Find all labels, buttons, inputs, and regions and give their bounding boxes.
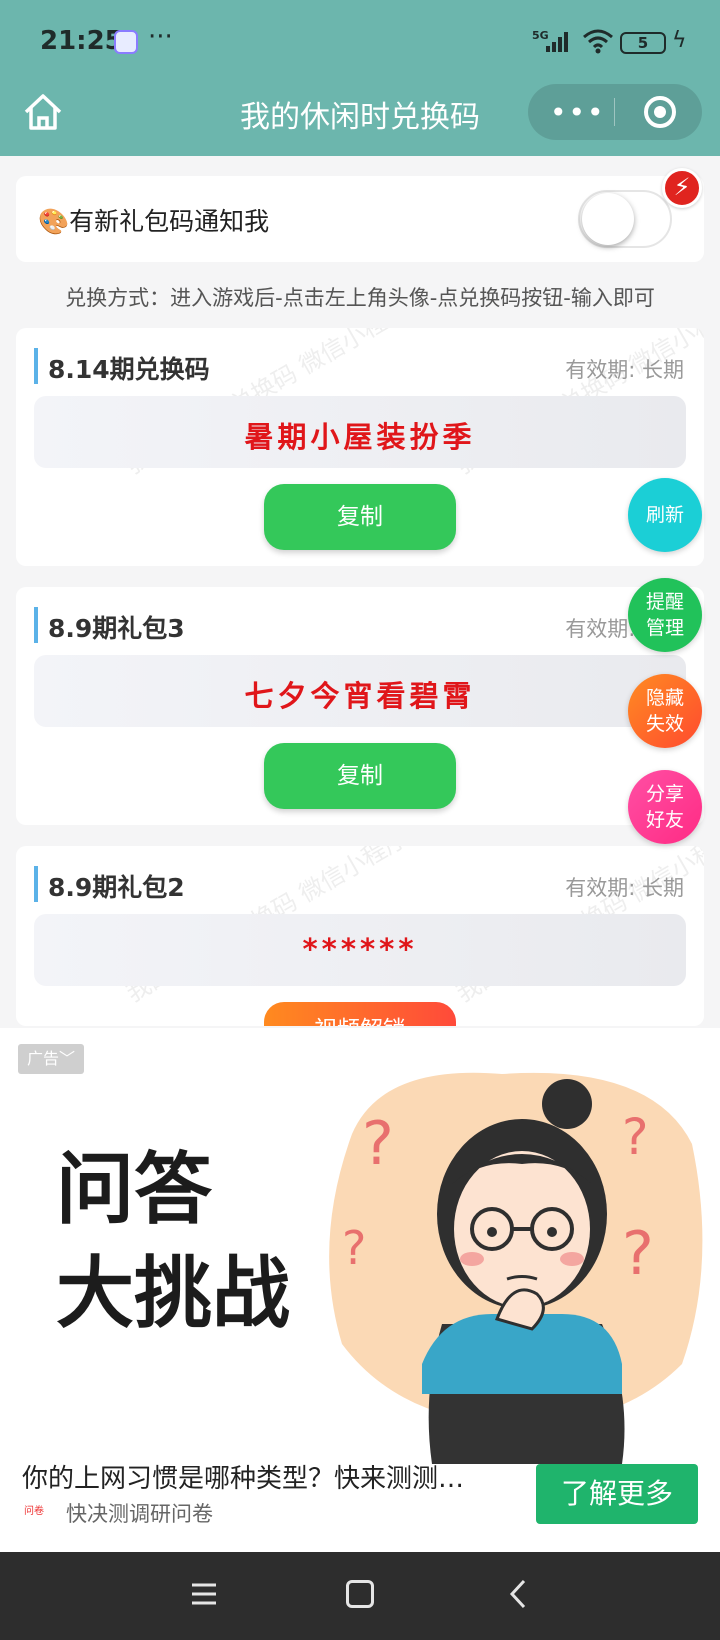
home-nav-icon[interactable]	[346, 1580, 374, 1608]
ad-tag[interactable]: 广告﹀	[18, 1044, 84, 1074]
card-accent-bar	[34, 348, 38, 384]
status-bar: 21:25 ··· 5G 5 ϟ	[0, 0, 720, 80]
refresh-label: 刷新	[645, 504, 684, 526]
code-box: ******	[34, 914, 686, 986]
system-nav-bar	[0, 1552, 720, 1640]
code-validity: 有效期: 长期	[565, 358, 684, 382]
code-card: 我的休闲时兑换码 微信小程序 我的休闲时兑换码 微信小程序 8.14期兑换码 有…	[16, 328, 704, 566]
learn-more-button[interactable]: 了解更多	[536, 1464, 698, 1524]
code-validity: 有效期: 长期	[565, 876, 684, 900]
close-mini-program-button[interactable]	[644, 96, 676, 128]
ad-brand-name: 快决测调研问卷	[66, 1502, 213, 1526]
code-title: 8.9期礼包2	[48, 873, 185, 902]
copy-button[interactable]: 复制	[264, 484, 456, 550]
svg-text:?: ?	[622, 1219, 654, 1289]
network-type-label: 5G	[532, 29, 549, 42]
copy-button[interactable]: 复制	[264, 743, 456, 809]
code-value: 暑期小屋装扮季	[244, 420, 476, 454]
refresh-button[interactable]: 刷新	[628, 478, 702, 552]
cellular-signal-icon: 5G	[532, 29, 568, 52]
charging-icon: ϟ	[672, 28, 687, 53]
code-card: 8.9期礼包3 有效期: 长期 七夕今宵看碧霄 复制	[16, 587, 704, 825]
card-accent-bar	[34, 607, 38, 643]
reminder-manage-label: 提醒 管理	[645, 591, 684, 639]
code-box: 暑期小屋装扮季	[34, 396, 686, 468]
status-time: 21:25	[40, 26, 123, 56]
card-accent-bar	[34, 866, 38, 902]
recent-apps-icon[interactable]	[190, 1580, 218, 1608]
notify-card: 🎨有新礼包码通知我	[16, 176, 704, 262]
share-friends-button[interactable]: 分享 好友	[628, 770, 702, 844]
notify-toggle[interactable]	[578, 190, 672, 248]
ad-headline: 问答 大挑战	[56, 1138, 290, 1346]
more-menu-button[interactable]: •••	[550, 96, 604, 129]
code-box: 七夕今宵看碧霄	[34, 655, 686, 727]
header-bar: 21:25 ··· 5G 5 ϟ 我的休闲时兑换码 •••	[0, 0, 720, 156]
code-value-masked: ******	[302, 932, 418, 966]
svg-text:?: ?	[622, 1108, 649, 1166]
reminder-manage-button[interactable]: 提醒 管理	[628, 578, 702, 652]
code-value: 七夕今宵看碧霄	[244, 679, 476, 713]
svg-text:?: ?	[362, 1109, 394, 1179]
code-card: 我的休闲时兑换码 微信小程序 我的休闲时兑换码 微信小程序 8.9期礼包2 有效…	[16, 846, 704, 1026]
share-friends-label: 分享 好友	[645, 783, 684, 831]
hide-expired-button[interactable]: 隐藏 失效	[628, 674, 702, 748]
notify-label: 🎨有新礼包码通知我	[38, 207, 270, 236]
svg-text:?: ?	[342, 1221, 366, 1275]
ad-headline-line2: 大挑战	[56, 1248, 291, 1339]
quiz-girl-illustration: ? ? ? ?	[329, 1072, 703, 1464]
mini-program-capsule: •••	[528, 84, 702, 140]
mini-app-notification-icon	[114, 30, 138, 54]
ad-headline-line1: 问答	[56, 1144, 213, 1235]
code-title: 8.14期兑换码	[48, 355, 210, 384]
ad-brand-logo: 问卷	[24, 1506, 44, 1517]
status-more-icon: ···	[148, 22, 173, 52]
capsule-divider	[614, 98, 615, 126]
lightning-badge-icon: ⚡	[662, 168, 702, 208]
video-unlock-button[interactable]: 视频解锁	[264, 1002, 456, 1026]
ad-description: 你的上网习惯是哪种类型？快来测测…	[22, 1464, 465, 1494]
redeem-instructions: 兑换方式：进入游戏后-点击左上角头像-点兑换码按钮-输入即可	[65, 286, 655, 310]
hide-expired-label: 隐藏 失效	[645, 687, 684, 735]
ad-banner[interactable]: 广告﹀ 问答 大挑战 ? ? ? ? 你的上网习惯是哪种类型？快来测测… 问卷 …	[0, 1028, 720, 1552]
back-icon[interactable]	[504, 1578, 532, 1610]
battery-icon: 5	[620, 32, 666, 54]
wifi-icon	[583, 29, 613, 54]
toggle-knob	[582, 193, 634, 245]
code-title: 8.9期礼包3	[48, 614, 185, 643]
